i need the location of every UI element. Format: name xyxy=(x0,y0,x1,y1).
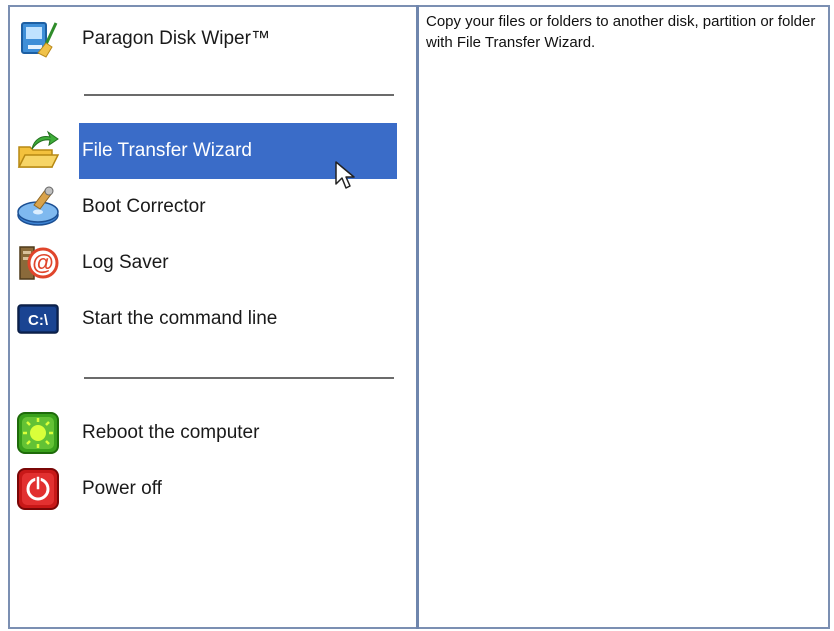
menu-item-label: Log Saver xyxy=(82,252,169,273)
separator xyxy=(84,94,394,96)
menu-panel: Paragon Disk Wiper™ File Transfer Wizard… xyxy=(10,7,416,627)
svg-text:@: @ xyxy=(32,250,53,275)
menu-item-command-line[interactable]: C:\ Start the command line xyxy=(10,291,416,347)
menu-item-disk-wiper[interactable]: Paragon Disk Wiper™ xyxy=(10,11,416,67)
folder-arrow-icon xyxy=(16,129,60,173)
menu-item-label: Power off xyxy=(82,478,162,499)
menu-item-label: Reboot the computer xyxy=(82,422,260,443)
separator xyxy=(84,377,394,379)
power-icon xyxy=(16,467,60,511)
boot-disk-icon xyxy=(16,185,60,229)
menu-item-label: File Transfer Wizard xyxy=(82,140,252,161)
menu-item-label: Paragon Disk Wiper™ xyxy=(82,28,270,49)
description-text: Copy your files or folders to another di… xyxy=(426,13,816,51)
description-panel: Copy your files or folders to another di… xyxy=(419,7,828,627)
log-saver-icon: @ xyxy=(16,241,60,285)
reboot-icon xyxy=(16,411,60,455)
menu-item-label: Boot Corrector xyxy=(82,196,206,217)
menu-item-label: Start the command line xyxy=(82,308,278,329)
mouse-cursor-icon xyxy=(334,160,356,192)
svg-text:C:\: C:\ xyxy=(28,312,49,329)
menu-item-power-off[interactable]: Power off xyxy=(10,461,416,517)
menu-item-reboot[interactable]: Reboot the computer xyxy=(10,405,416,461)
disk-wiper-icon xyxy=(16,17,60,61)
command-line-icon: C:\ xyxy=(16,297,60,341)
menu-item-log-saver[interactable]: @ Log Saver xyxy=(10,235,416,291)
